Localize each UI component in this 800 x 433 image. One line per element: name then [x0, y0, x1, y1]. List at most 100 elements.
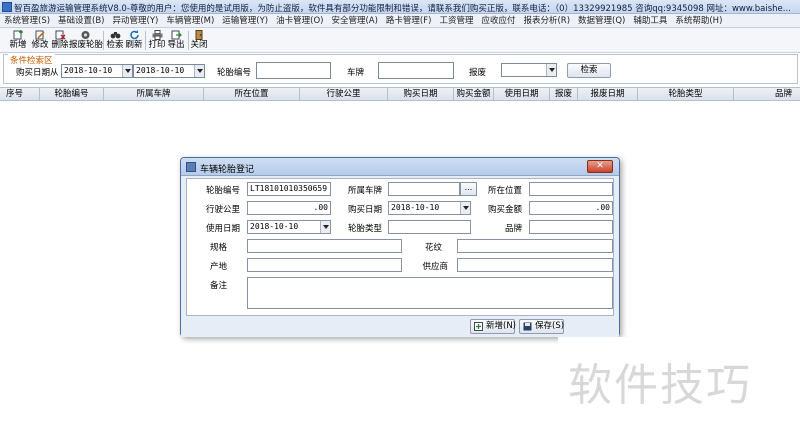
tire-type-label: 轮胎类型 [347, 224, 382, 234]
tire-registration-dialog: 车辆轮胎登记 ✕ 轮胎编号 LT18101010350659 所属车牌 ... … [180, 157, 620, 337]
column-header-position[interactable]: 所在位置 [204, 88, 300, 101]
binoculars-icon [110, 32, 120, 39]
floppy-disk-icon [523, 322, 532, 331]
watermark-text: 软件技巧 [568, 360, 752, 411]
search-submit-button[interactable]: 检索 [567, 63, 611, 78]
tire-no-field[interactable]: LT18101010350659 [247, 182, 331, 196]
refresh-button[interactable]: 刷新 [125, 30, 143, 52]
printer-icon [152, 30, 162, 40]
origin-field[interactable] [247, 258, 402, 272]
search-button[interactable]: 检索 [106, 30, 124, 52]
remark-label: 备注 [209, 281, 227, 291]
menu-vehicles[interactable]: 车辆管理(M) [162, 14, 218, 27]
mileage-label: 行驶公里 [205, 205, 240, 215]
origin-label: 产地 [209, 262, 227, 272]
column-header-mileage[interactable]: 行驶公里 [300, 88, 388, 101]
column-header-index[interactable]: 序号 [0, 88, 40, 101]
search-panel: 条件检索区 购买日期从 2018-10-10 2018-10-10 轮胎编号 车… [3, 54, 798, 84]
tire-icon [81, 31, 89, 39]
use-date-picker[interactable]: 2018-10-10 [247, 220, 331, 234]
close-button[interactable]: 关闭 [190, 30, 208, 52]
tire-no-input[interactable] [256, 62, 331, 79]
edit-icon [35, 30, 45, 40]
dialog-form: 轮胎编号 LT18101010350659 所属车牌 ... 所在位置 行驶公里… [186, 178, 614, 316]
menu-transport[interactable]: 运输管理(Y) [218, 14, 272, 27]
menu-wages[interactable]: 工资管理 [435, 14, 477, 27]
column-header-amount[interactable]: 购买金额 [454, 88, 494, 101]
scrap-tire-button[interactable]: 报废轮胎 [69, 30, 103, 52]
pattern-label: 花纹 [424, 243, 442, 253]
plate-field[interactable] [388, 182, 460, 196]
chevron-down-icon[interactable] [122, 65, 132, 77]
menu-basic-settings[interactable]: 基础设置(B) [54, 14, 108, 27]
tire-no-label: 轮胎编号 [205, 186, 240, 196]
brand-label: 品牌 [504, 224, 522, 234]
date-from-label: 购买日期从 [16, 68, 59, 78]
column-header-use-date[interactable]: 使用日期 [494, 88, 550, 101]
buy-date-label: 购买日期 [347, 205, 382, 215]
plate-input[interactable] [378, 62, 454, 79]
toolbar-separator [145, 31, 146, 50]
menu-bar: 系统管理(S) 基础设置(B) 异动管理(Y) 车辆管理(M) 运输管理(Y) 油卡管理(… [0, 14, 800, 28]
menu-data[interactable]: 数据管理(Q) [574, 14, 629, 27]
menu-tools[interactable]: 辅助工具 [629, 14, 671, 27]
menu-reports[interactable]: 报表分析(R) [519, 14, 574, 27]
app-icon [2, 2, 12, 12]
window-titlebar: 智百盈旅游运输管理系统V8.0-尊敬的用户：您使用的是试用版，为防止盗版，软件具… [0, 0, 800, 14]
column-header-brand[interactable]: 品牌 [734, 88, 800, 101]
column-header-scrap[interactable]: 报废 [550, 88, 578, 101]
refresh-icon [129, 30, 139, 40]
date-from-picker[interactable]: 2018-10-10 [61, 64, 133, 78]
column-header-scrap-date[interactable]: 报废日期 [578, 88, 638, 101]
supplier-label: 供应商 [422, 262, 448, 272]
spec-label: 规格 [209, 243, 227, 253]
column-header-tire-type[interactable]: 轮胎类型 [638, 88, 734, 101]
column-header-buy-date[interactable]: 购买日期 [388, 88, 454, 101]
add-icon [474, 322, 483, 331]
remark-textarea[interactable] [247, 277, 613, 309]
spec-field[interactable] [247, 239, 402, 253]
menu-safety[interactable]: 安全管理(A) [327, 14, 381, 27]
toolbar: 新增 修改 删除 报废轮胎 检索 刷新 打印 导出 关闭 [0, 28, 800, 53]
plate-browse-button[interactable]: ... [460, 182, 477, 196]
chevron-down-icon[interactable] [546, 64, 556, 76]
delete-button[interactable]: 删除 [50, 30, 70, 52]
buy-date-picker[interactable]: 2018-10-10 [388, 201, 471, 215]
scrap-select[interactable] [501, 63, 557, 77]
chevron-down-icon[interactable] [320, 221, 330, 233]
menu-help[interactable]: 系统帮助(H) [671, 14, 726, 27]
toolbar-separator [103, 31, 104, 50]
position-field[interactable] [529, 182, 613, 196]
chevron-down-icon[interactable] [460, 202, 470, 214]
dialog-title: 车辆轮胎登记 [200, 165, 255, 175]
column-header-plate[interactable]: 所属车牌 [104, 88, 204, 101]
menu-road-card[interactable]: 路卡管理(F) [382, 14, 436, 27]
column-header-tire-no[interactable]: 轮胎编号 [40, 88, 104, 101]
pattern-field[interactable] [457, 239, 613, 253]
dialog-titlebar[interactable]: 车辆轮胎登记 ✕ [181, 158, 619, 176]
edit-button[interactable]: 修改 [30, 30, 50, 52]
date-to-picker[interactable]: 2018-10-10 [133, 64, 205, 78]
search-panel-legend: 条件检索区 [8, 54, 55, 66]
grid-header: 序号 轮胎编号 所属车牌 所在位置 行驶公里 购买日期 购买金额 使用日期 报废… [0, 87, 800, 101]
position-label: 所在位置 [487, 186, 522, 196]
mileage-field[interactable]: .00 [247, 201, 331, 215]
export-button[interactable]: 导出 [167, 30, 185, 52]
amount-field[interactable]: .00 [529, 201, 613, 215]
supplier-field[interactable] [457, 258, 613, 272]
menu-system[interactable]: 系统管理(S) [0, 14, 54, 27]
menu-fuel-card[interactable]: 油卡管理(O) [272, 14, 327, 27]
add-button[interactable]: 新增(N) [470, 319, 516, 334]
new-icon [13, 30, 23, 40]
brand-field[interactable] [529, 220, 613, 234]
print-button[interactable]: 打印 [148, 30, 166, 52]
chevron-down-icon[interactable] [194, 65, 204, 77]
menu-changes[interactable]: 异动管理(Y) [109, 14, 163, 27]
exit-door-icon [195, 30, 202, 40]
dialog-close-button[interactable]: ✕ [587, 160, 613, 173]
menu-receivables[interactable]: 应收应付 [477, 14, 519, 27]
tire-type-field[interactable] [388, 220, 471, 234]
save-button[interactable]: 保存(S) [519, 319, 564, 334]
new-button[interactable]: 新增 [8, 30, 28, 52]
dialog-footer: 新增(N) 保存(S) [181, 318, 619, 337]
